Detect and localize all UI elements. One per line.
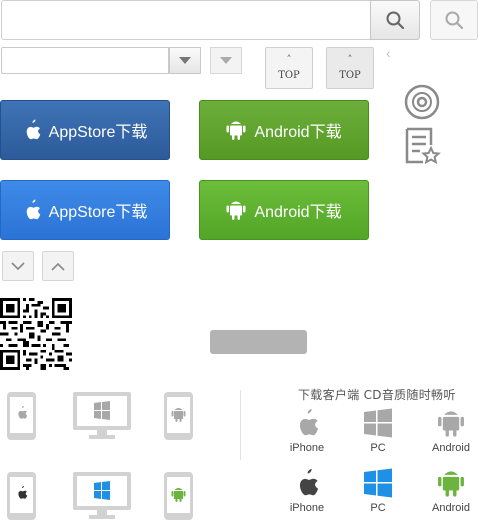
scroll-down-button[interactable] xyxy=(2,251,34,281)
android-label: Android下载 xyxy=(254,124,342,141)
search-input[interactable] xyxy=(1,0,371,40)
android-label: Android下载 xyxy=(254,204,342,221)
select-dropdown-button-disabled[interactable] xyxy=(210,47,242,74)
apple-icon xyxy=(26,119,40,140)
appstore-label: AppStore下载 xyxy=(48,124,148,141)
windows-icon xyxy=(364,408,392,438)
platform-pc[interactable]: PC xyxy=(348,408,408,454)
chevron-down-icon xyxy=(179,56,191,64)
divider xyxy=(240,390,241,460)
windows-icon xyxy=(364,468,392,498)
platform-pc-active[interactable]: PC xyxy=(348,468,408,514)
platform-label: PC xyxy=(370,442,386,454)
android-icon xyxy=(438,411,464,437)
scroll-up-button[interactable] xyxy=(42,251,74,281)
search-button-disabled[interactable] xyxy=(430,0,478,40)
chevron-down-icon xyxy=(220,56,232,64)
top-label: TOP xyxy=(339,69,361,81)
platform-label: iPhone xyxy=(289,502,325,514)
appstore-download-button-hover[interactable]: AppStore下载 xyxy=(0,180,170,240)
android-download-button[interactable]: Android下载 xyxy=(199,100,369,160)
android-download-button-hover[interactable]: Android下载 xyxy=(199,180,369,240)
select-dropdown-button[interactable] xyxy=(169,47,201,74)
appstore-label: AppStore下载 xyxy=(48,204,148,221)
list-star-icon[interactable] xyxy=(405,127,441,165)
phone-android-icon-active[interactable] xyxy=(163,471,194,521)
platform-label: PC xyxy=(370,502,386,514)
apple-icon xyxy=(299,409,319,436)
cd-icon[interactable] xyxy=(404,84,440,120)
chevron-up-icon: ˄ xyxy=(347,54,353,66)
search-icon xyxy=(445,11,464,30)
android-icon xyxy=(226,201,246,220)
chevron-up-icon: ˄ xyxy=(286,54,292,66)
chevron-down-icon xyxy=(11,261,25,270)
chevron-left-icon[interactable]: ‹ xyxy=(386,45,391,61)
platform-label: iPhone xyxy=(289,442,325,454)
platform-label: Android xyxy=(432,502,470,514)
chevron-up-icon xyxy=(51,262,65,271)
platform-label: Android xyxy=(432,442,470,454)
platform-android[interactable]: Android xyxy=(421,408,480,454)
monitor-windows-icon[interactable] xyxy=(72,391,132,441)
apple-icon xyxy=(26,199,40,220)
loading-bar xyxy=(210,330,307,354)
search-button[interactable] xyxy=(370,0,420,40)
back-to-top-button-hover[interactable]: ˄ TOP xyxy=(326,47,374,89)
client-download-title: 下载客户端 CD音质随时畅听 xyxy=(298,388,456,402)
appstore-download-button[interactable]: AppStore下载 xyxy=(0,100,170,160)
android-icon xyxy=(226,121,246,140)
top-label: TOP xyxy=(278,69,300,81)
android-icon xyxy=(438,471,464,497)
platform-iphone-active[interactable]: iPhone xyxy=(277,468,337,514)
platform-android-active[interactable]: Android xyxy=(421,468,480,514)
phone-apple-icon-active[interactable] xyxy=(6,471,37,521)
search-icon xyxy=(386,11,405,30)
phone-android-icon[interactable] xyxy=(163,391,194,441)
phone-apple-icon[interactable] xyxy=(6,391,37,441)
platform-iphone[interactable]: iPhone xyxy=(277,408,337,454)
select-box[interactable] xyxy=(1,47,169,74)
monitor-windows-icon-active[interactable] xyxy=(72,471,132,521)
apple-icon xyxy=(299,469,319,496)
back-to-top-button[interactable]: ˄ TOP xyxy=(265,47,313,89)
qr-code xyxy=(0,298,72,370)
